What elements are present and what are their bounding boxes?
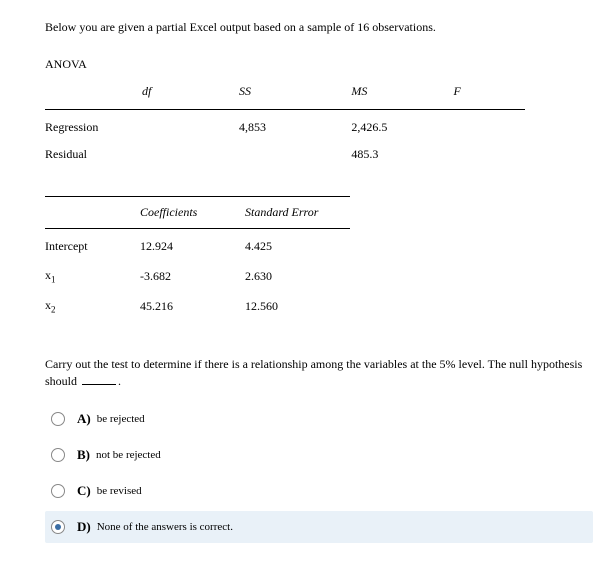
- anova-cell-ss: 4,853: [239, 110, 351, 142]
- coef-header-se: Standard Error: [245, 197, 350, 229]
- anova-table: df SS MS F Regression 4,853 2,426.5 Resi…: [45, 80, 525, 168]
- option-letter: A): [77, 411, 91, 427]
- anova-header-df: df: [142, 80, 239, 110]
- coef-cell-label: Intercept: [45, 229, 140, 262]
- anova-cell-label: Residual: [45, 141, 142, 168]
- coef-header-coef: Coefficients: [140, 197, 245, 229]
- option-text: be rejected: [97, 413, 145, 425]
- anova-cell-ms: 2,426.5: [351, 110, 453, 142]
- anova-header-blank: [45, 80, 142, 110]
- coef-row-intercept: Intercept 12.924 4.425: [45, 229, 350, 262]
- coef-cell-se: 4.425: [245, 229, 350, 262]
- anova-cell-df: [142, 141, 239, 168]
- coef-row-x2: x2 45.216 12.560: [45, 291, 350, 321]
- radio-icon: [51, 448, 65, 462]
- coefficients-table: Coefficients Standard Error Intercept 12…: [45, 196, 350, 322]
- coef-cell-label: x2: [45, 291, 140, 321]
- option-b[interactable]: B) not be rejected: [45, 439, 593, 471]
- anova-cell-f: [453, 110, 525, 142]
- anova-cell-ms: 485.3: [351, 141, 453, 168]
- coef-header-blank: [45, 197, 140, 229]
- coef-cell-coef: 12.924: [140, 229, 245, 262]
- coef-var-sub: 1: [51, 274, 56, 284]
- intro-text: Below you are given a partial Excel outp…: [45, 20, 593, 35]
- radio-icon: [51, 484, 65, 498]
- option-a[interactable]: A) be rejected: [45, 403, 593, 435]
- option-c[interactable]: C) be revised: [45, 475, 593, 507]
- option-text: not be rejected: [96, 449, 161, 461]
- option-letter: C): [77, 483, 91, 499]
- option-text: None of the answers is correct.: [97, 521, 233, 533]
- coef-row-x1: x1 -3.682 2.630: [45, 261, 350, 291]
- coef-cell-se: 12.560: [245, 291, 350, 321]
- anova-title: ANOVA: [45, 57, 593, 72]
- coef-cell-se: 2.630: [245, 261, 350, 291]
- radio-icon: [51, 412, 65, 426]
- anova-cell-f: [453, 141, 525, 168]
- option-letter: B): [77, 447, 90, 463]
- option-letter: D): [77, 519, 91, 535]
- option-d[interactable]: D) None of the answers is correct.: [45, 511, 593, 543]
- anova-header-ms: MS: [351, 80, 453, 110]
- question-stem: Carry out the test to determine if there…: [45, 357, 582, 388]
- coef-cell-coef: 45.216: [140, 291, 245, 321]
- answer-options: A) be rejected B) not be rejected C) be …: [45, 403, 593, 543]
- coef-cell-label: x1: [45, 261, 140, 291]
- coef-var-sub: 2: [51, 305, 56, 315]
- anova-header-f: F: [453, 80, 525, 110]
- coef-cell-coef: -3.682: [140, 261, 245, 291]
- anova-row-residual: Residual 485.3: [45, 141, 525, 168]
- anova-cell-df: [142, 110, 239, 142]
- radio-icon: [51, 520, 65, 534]
- blank-line: [82, 384, 116, 385]
- anova-cell-label: Regression: [45, 110, 142, 142]
- anova-cell-ss: [239, 141, 351, 168]
- anova-row-regression: Regression 4,853 2,426.5: [45, 110, 525, 142]
- option-text: be revised: [97, 485, 142, 497]
- anova-header-ss: SS: [239, 80, 351, 110]
- question-text: Carry out the test to determine if there…: [45, 356, 593, 390]
